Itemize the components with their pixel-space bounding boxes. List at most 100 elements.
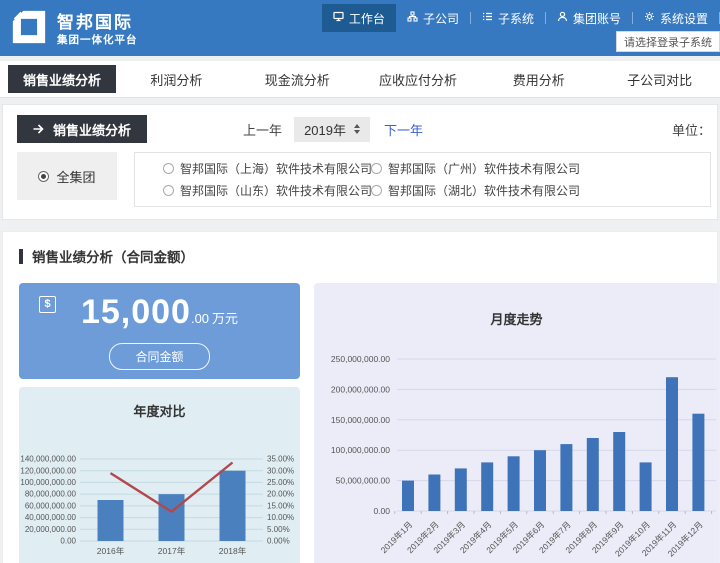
- tab-label: 现金流分析: [265, 70, 330, 89]
- gear-icon: [644, 11, 655, 25]
- currency-icon: $: [39, 296, 56, 313]
- company-option-shandong[interactable]: 智邦国际（山东）软件技术有限公司: [163, 182, 371, 199]
- svg-text:0.00%: 0.00%: [267, 537, 290, 546]
- nav-label: 子公司: [423, 10, 459, 27]
- subsystem-login-select[interactable]: 请选择登录子系统: [616, 31, 720, 52]
- company-label: 智邦国际（山东）软件技术有限公司: [180, 182, 372, 199]
- svg-text:15.00%: 15.00%: [267, 501, 294, 510]
- svg-text:20,000,000.00: 20,000,000.00: [25, 525, 77, 534]
- app-header: 智邦国际 集团一体化平台 工作台 子公司: [0, 0, 720, 56]
- nav-item-subsystem[interactable]: 子系统: [471, 4, 545, 32]
- org-icon: [407, 11, 418, 25]
- company-option-shanghai[interactable]: 智邦国际（上海）软件技术有限公司: [163, 160, 371, 177]
- nav-item-workbench[interactable]: 工作台: [322, 4, 396, 32]
- radio-icon[interactable]: [371, 185, 382, 196]
- svg-text:10.00%: 10.00%: [267, 513, 294, 522]
- brand: 智邦国际 集团一体化平台: [10, 8, 138, 51]
- brand-subtitle: 集团一体化平台: [57, 33, 138, 47]
- badge-label: 销售业绩分析: [53, 120, 131, 139]
- tab-sales-performance[interactable]: 销售业绩分析: [8, 65, 116, 93]
- svg-text:2016年: 2016年: [97, 546, 125, 556]
- annual-comparison-chart: 0.00 0.00% 20,000,000.00 5.00% 40,000,000.00…: [19, 429, 300, 563]
- tab-label: 费用分析: [513, 70, 565, 89]
- contract-amount-card: $ 15,000.00万元 合同金额: [19, 283, 300, 379]
- nav-label: 子系统: [498, 10, 534, 27]
- nav-item-group-account[interactable]: 集团账号: [546, 4, 632, 32]
- radio-icon[interactable]: [371, 163, 382, 174]
- unit-label: 单位：: [672, 120, 711, 139]
- sales-analysis-panel: 销售业绩分析（合同金额） $ 15,000.00万元 合同金额 年度对比 0.0…: [2, 231, 718, 563]
- radio-checked-icon[interactable]: [38, 171, 49, 182]
- svg-text:0.00: 0.00: [60, 537, 76, 546]
- tab-label: 销售业绩分析: [23, 70, 101, 89]
- next-year-link[interactable]: 下一年: [384, 120, 423, 139]
- user-icon: [557, 11, 568, 25]
- top-nav: 工作台 子公司 子系统: [322, 0, 720, 33]
- kpi-value: 15,000.00万元: [19, 293, 300, 338]
- section-marker: [19, 249, 23, 264]
- radio-icon[interactable]: [163, 185, 174, 196]
- nav-label: 系统设置: [660, 10, 708, 27]
- radio-icon[interactable]: [163, 163, 174, 174]
- svg-text:250,000,000.00: 250,000,000.00: [331, 354, 390, 364]
- svg-text:150,000,000.00: 150,000,000.00: [331, 415, 390, 425]
- annual-comparison-card: 年度对比 0.00 0.00% 20,000,000.00 5.00% 40,000,0…: [19, 387, 300, 563]
- monthly-chart-title: 月度走势: [314, 309, 719, 328]
- svg-text:200,000,000.00: 200,000,000.00: [331, 384, 390, 394]
- tab-profit[interactable]: 利润分析: [116, 61, 237, 97]
- nav-label: 工作台: [349, 10, 385, 27]
- arrow-right-icon: [33, 122, 44, 137]
- filter-panel: 销售业绩分析 上一年 2019年 下一年 单位： 全集团 智邦国际（上海）软件技…: [2, 104, 718, 220]
- monitor-icon: [333, 11, 344, 25]
- year-select[interactable]: 2019年: [294, 117, 370, 142]
- company-label: 智邦国际（上海）软件技术有限公司: [180, 160, 372, 177]
- spinner-icon[interactable]: [354, 124, 360, 134]
- monthly-trend-chart: 0.00 50,000,000.00 100,000,000.00 150,000,0…: [314, 332, 719, 563]
- tab-label: 利润分析: [150, 70, 202, 89]
- tab-label: 子公司对比: [627, 70, 692, 89]
- tab-label: 应收应付分析: [379, 70, 457, 89]
- brand-logo-icon: [10, 8, 48, 51]
- tab-subsidiary-compare[interactable]: 子公司对比: [599, 61, 720, 97]
- monthly-trend-card: 月度走势 0.00 50,000,000.00 100,000,000.00 150,…: [314, 283, 719, 563]
- svg-text:60,000,000.00: 60,000,000.00: [25, 501, 77, 510]
- company-option-guangzhou[interactable]: 智邦国际（广州）软件技术有限公司: [371, 160, 579, 177]
- tab-receivable-payable[interactable]: 应收应付分析: [358, 61, 479, 97]
- kpi-amount: 15,000: [81, 293, 191, 331]
- all-group-label: 全集团: [56, 167, 95, 186]
- svg-text:2017年: 2017年: [158, 546, 186, 556]
- kpi-decimal: .00: [191, 311, 209, 326]
- analysis-tabbar: 销售业绩分析 利润分析 现金流分析 应收应付分析 费用分析 子公司对比: [0, 61, 720, 98]
- svg-text:0.00: 0.00: [373, 506, 390, 516]
- subsystem-select-label: 请选择登录子系统: [624, 34, 712, 50]
- section-title: 销售业绩分析（合同金额）: [32, 246, 194, 266]
- list-icon: [482, 11, 493, 25]
- svg-text:5.00%: 5.00%: [267, 525, 290, 534]
- prev-year-button[interactable]: 上一年: [243, 120, 282, 139]
- svg-text:100,000,000.00: 100,000,000.00: [20, 478, 76, 487]
- contract-amount-button[interactable]: 合同金额: [109, 343, 209, 370]
- nav-label: 集团账号: [573, 10, 621, 27]
- current-view-badge: 销售业绩分析: [17, 115, 147, 143]
- brand-title: 智邦国际: [57, 13, 138, 33]
- tab-expense[interactable]: 费用分析: [478, 61, 599, 97]
- company-label: 智邦国际（广州）软件技术有限公司: [388, 160, 580, 177]
- svg-text:40,000,000.00: 40,000,000.00: [25, 513, 77, 522]
- svg-text:120,000,000.00: 120,000,000.00: [20, 466, 76, 475]
- annual-chart-title: 年度对比: [19, 401, 300, 420]
- all-group-option[interactable]: 全集团: [17, 152, 117, 200]
- company-options: 智邦国际（上海）软件技术有限公司 智邦国际（广州）软件技术有限公司 智邦国际（山…: [134, 152, 711, 207]
- svg-text:50,000,000.00: 50,000,000.00: [336, 476, 391, 486]
- svg-text:140,000,000.00: 140,000,000.00: [20, 455, 76, 464]
- tab-cashflow[interactable]: 现金流分析: [237, 61, 358, 97]
- company-option-hubei[interactable]: 智邦国际（湖北）软件技术有限公司: [371, 182, 579, 199]
- nav-item-subcompany[interactable]: 子公司: [396, 4, 470, 32]
- year-select-value: 2019年: [304, 120, 346, 139]
- svg-text:20.00%: 20.00%: [267, 490, 294, 499]
- svg-text:80,000,000.00: 80,000,000.00: [25, 490, 77, 499]
- svg-text:100,000,000.00: 100,000,000.00: [331, 445, 390, 455]
- company-label: 智邦国际（湖北）软件技术有限公司: [388, 182, 580, 199]
- nav-item-settings[interactable]: 系统设置: [633, 4, 719, 32]
- svg-text:30.00%: 30.00%: [267, 466, 294, 475]
- svg-text:25.00%: 25.00%: [267, 478, 294, 487]
